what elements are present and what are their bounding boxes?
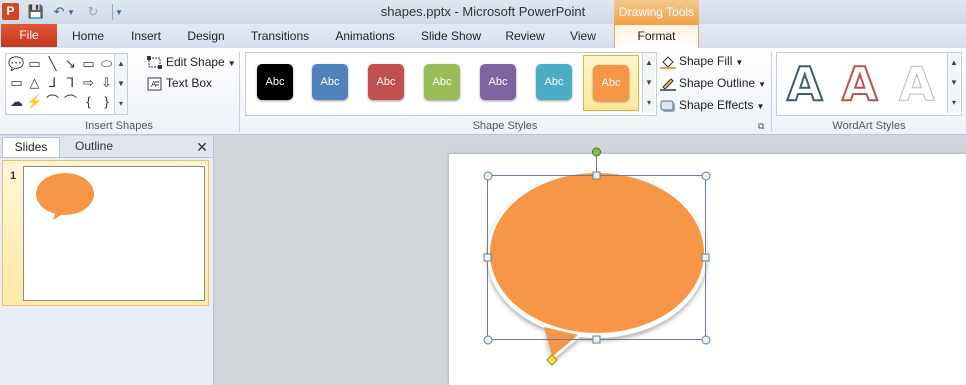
resize-handle-right[interactable] bbox=[701, 253, 710, 262]
edit-shape-dropdown-icon: ▼ bbox=[227, 59, 236, 68]
tab-view[interactable]: View bbox=[560, 24, 606, 48]
close-icon[interactable]: ✕ bbox=[194, 138, 210, 156]
tab-insert[interactable]: Insert bbox=[121, 24, 171, 48]
edit-shape-button[interactable]: Edit Shape ▼ bbox=[147, 53, 236, 71]
rounded-rect-shape-icon[interactable]: ▭ bbox=[8, 74, 25, 91]
swatch-text: Abc bbox=[424, 64, 460, 100]
thumbnail-callout-shape bbox=[36, 173, 94, 220]
tab-file[interactable]: File bbox=[1, 24, 57, 47]
shape-effects-icon bbox=[660, 99, 676, 113]
style-swatch-aqua[interactable]: Abc bbox=[530, 59, 578, 107]
swatch-text: Abc bbox=[368, 64, 404, 100]
gallery-more-icon[interactable]: ▾ bbox=[114, 94, 127, 114]
curve-shape-icon[interactable]: ⌒ bbox=[62, 93, 79, 110]
wordart-style-blue-outline[interactable]: A bbox=[786, 58, 824, 110]
gallery-scroll-down-icon[interactable]: ▼ bbox=[114, 74, 127, 94]
tab-slide-show[interactable]: Slide Show bbox=[414, 24, 488, 48]
shape-styles-gallery[interactable]: Abc Abc Abc Abc Abc Abc Abc ▲ ▼ ▾ bbox=[245, 52, 657, 116]
oval-shape-icon[interactable]: ⬭ bbox=[98, 55, 115, 72]
swatch-text: Abc bbox=[312, 64, 348, 100]
triangle-shape-icon[interactable]: △ bbox=[26, 74, 43, 91]
rotation-handle[interactable] bbox=[592, 147, 601, 157]
tab-design[interactable]: Design bbox=[180, 24, 232, 48]
shape-styles-group-label: Shape Styles bbox=[472, 120, 538, 132]
wordart-style-white[interactable]: A bbox=[899, 59, 936, 110]
callout-shape-icon[interactable]: 💬 bbox=[8, 55, 25, 72]
shape-outline-dropdown-icon: ▼ bbox=[758, 80, 766, 89]
arc-shape-icon[interactable]: ⌒ bbox=[44, 93, 61, 110]
wordart-styles-group-label: WordArt Styles bbox=[832, 120, 906, 132]
resize-handle-bottom-right[interactable] bbox=[701, 335, 711, 345]
style-swatch-blue[interactable]: Abc bbox=[306, 59, 354, 107]
styles-scroll-up-icon[interactable]: ▲ bbox=[642, 53, 655, 73]
shape-effects-dropdown-icon: ▼ bbox=[756, 102, 765, 111]
style-swatch-green[interactable]: Abc bbox=[418, 59, 466, 107]
shape-fill-button[interactable]: Shape Fill ▼ bbox=[660, 52, 743, 70]
text-box-button[interactable]: A Text Box bbox=[147, 74, 212, 92]
lightning-shape-icon[interactable]: ⚡ bbox=[26, 93, 43, 110]
swatch-text: Abc bbox=[593, 65, 629, 101]
pen-icon bbox=[660, 77, 676, 91]
insert-shapes-group-label: Insert Shapes bbox=[85, 120, 153, 132]
shape-effects-label: Shape Effects bbox=[679, 98, 754, 112]
swatch-text: Abc bbox=[480, 64, 516, 100]
elbow-connector-shape-icon[interactable]: ⅃ bbox=[44, 74, 61, 91]
callout-body bbox=[490, 173, 704, 333]
line-shape-icon[interactable]: ╲ bbox=[44, 55, 61, 72]
text-box-label: Text Box bbox=[166, 76, 213, 90]
shape-effects-button[interactable]: Shape Effects ▼ bbox=[660, 96, 764, 114]
wordart-style-red-outline[interactable]: A bbox=[841, 58, 879, 110]
edit-shape-label: Edit Shape bbox=[166, 55, 225, 69]
swatch-text: Abc bbox=[257, 64, 293, 100]
styles-more-icon[interactable]: ▾ bbox=[642, 93, 655, 113]
resize-handle-top[interactable] bbox=[592, 171, 601, 180]
arrow-line-shape-icon[interactable]: ↘ bbox=[62, 55, 79, 72]
wordart-more-icon[interactable]: ▾ bbox=[947, 93, 960, 113]
tab-review[interactable]: Review bbox=[500, 24, 550, 48]
right-arrow-shape-icon[interactable]: ⇨ bbox=[80, 74, 97, 91]
tab-transitions[interactable]: Transitions bbox=[243, 24, 317, 48]
resize-handle-top-left[interactable] bbox=[483, 171, 493, 181]
drawing-tools-label: Drawing Tools bbox=[614, 0, 699, 24]
wordart-scroll-down-icon[interactable]: ▼ bbox=[947, 73, 960, 93]
slide-number: 1 bbox=[10, 170, 17, 182]
elbow-arrow-shape-icon[interactable]: ⅂ bbox=[62, 74, 79, 91]
shape-outline-label: Shape Outline bbox=[679, 76, 756, 90]
swatch-text: Abc bbox=[536, 64, 572, 100]
textbox-shape-icon[interactable]: ▭ bbox=[26, 55, 43, 72]
tab-outline[interactable]: Outline bbox=[62, 137, 126, 157]
style-swatch-red[interactable]: Abc bbox=[362, 59, 410, 107]
paint-bucket-icon bbox=[660, 55, 676, 69]
slide-thumbnail[interactable] bbox=[23, 166, 205, 301]
left-brace-shape-icon[interactable]: { bbox=[80, 93, 97, 110]
wordart-gallery[interactable]: A A A ▲ ▼ ▾ bbox=[776, 52, 962, 116]
resize-handle-left[interactable] bbox=[483, 253, 492, 262]
resize-handle-top-right[interactable] bbox=[701, 171, 711, 181]
resize-handle-bottom[interactable] bbox=[592, 335, 601, 344]
tab-slides[interactable]: Slides bbox=[2, 137, 60, 157]
right-brace-shape-icon[interactable]: } bbox=[98, 93, 115, 110]
down-arrow-shape-icon[interactable]: ⇩ bbox=[98, 74, 115, 91]
oval-callout-shape[interactable] bbox=[480, 145, 720, 370]
styles-scroll-down-icon[interactable]: ▼ bbox=[642, 73, 655, 93]
style-swatch-purple[interactable]: Abc bbox=[474, 59, 522, 107]
tab-format[interactable]: Format bbox=[614, 24, 699, 48]
edit-shape-icon bbox=[147, 55, 163, 70]
shape-styles-dialog-launcher-icon[interactable]: ⧉ bbox=[758, 121, 764, 132]
shape-fill-dropdown-icon: ▼ bbox=[735, 58, 744, 67]
text-box-icon: A bbox=[147, 77, 163, 91]
tab-home[interactable]: Home bbox=[63, 24, 113, 48]
wordart-scroll-up-icon[interactable]: ▲ bbox=[947, 53, 960, 73]
window-title: shapes.pptx - Microsoft PowerPoint bbox=[380, 4, 586, 19]
shapes-gallery[interactable]: 💬 ▭ ╲ ↘ ▭ ⬭ ▭ △ ⅃ ⅂ ⇨ ⇩ ☁ ⚡ ⌒ ⌒ { } ▲ ▼ … bbox=[5, 53, 128, 115]
gallery-scroll-up-icon[interactable]: ▲ bbox=[114, 54, 127, 74]
style-swatch-black[interactable]: Abc bbox=[251, 59, 299, 107]
style-swatch-orange-selected[interactable]: Abc bbox=[583, 55, 639, 111]
cloud-shape-icon[interactable]: ☁ bbox=[8, 93, 25, 110]
tab-animations[interactable]: Animations bbox=[328, 24, 402, 48]
shape-outline-button[interactable]: Shape Outline ▼ bbox=[660, 74, 766, 92]
rectangle-shape-icon[interactable]: ▭ bbox=[80, 55, 97, 72]
shape-fill-label: Shape Fill bbox=[679, 54, 733, 68]
resize-handle-bottom-left[interactable] bbox=[483, 335, 493, 345]
